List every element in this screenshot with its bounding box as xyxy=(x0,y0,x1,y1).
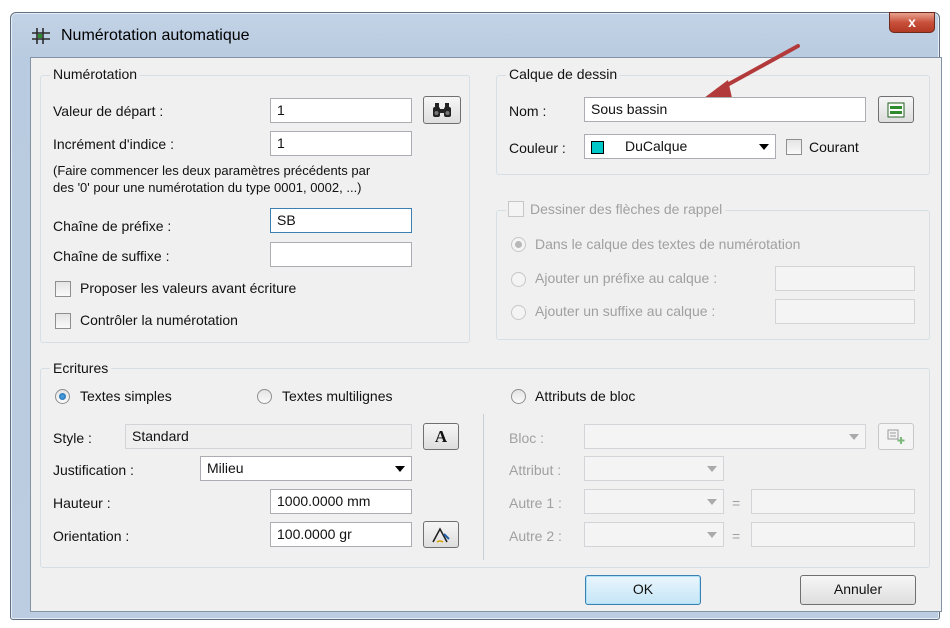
propose-label: Proposer les valeurs avant écriture xyxy=(80,280,297,296)
numerotation-group-label: Numérotation xyxy=(50,66,141,82)
prefix-layer-label: Ajouter un préfixe au calque : xyxy=(535,270,718,286)
suffix-layer-radio[interactable] xyxy=(511,305,526,320)
chevron-down-icon xyxy=(707,499,717,505)
color-label: Couleur : xyxy=(509,140,566,156)
chevron-down-icon xyxy=(707,466,717,472)
hint-line-2: des '0' pour une numérotation du type 00… xyxy=(53,180,362,195)
propose-checkbox[interactable] xyxy=(55,281,71,297)
height-input[interactable]: 1000.0000 mm xyxy=(270,489,412,514)
orientation-label: Orientation : xyxy=(53,528,130,544)
ecritures-group-label: Ecritures xyxy=(50,360,112,376)
close-button[interactable]: x xyxy=(889,12,935,33)
autre1-value-input[interactable] xyxy=(751,489,915,514)
ecritures-divider xyxy=(483,414,484,560)
binoculars-icon xyxy=(433,103,451,117)
suffix-input[interactable] xyxy=(270,242,412,267)
autre1-label: Autre 1 : xyxy=(509,495,562,511)
angle-pick-icon xyxy=(432,527,450,543)
chevron-down-icon xyxy=(849,434,859,440)
color-swatch xyxy=(591,141,604,154)
increment-label: Incrément d'indice : xyxy=(53,136,174,152)
justification-select[interactable]: Milieu xyxy=(200,456,412,481)
block-attr-label: Attributs de bloc xyxy=(535,388,636,404)
font-icon: A xyxy=(434,427,448,446)
same-layer-radio[interactable] xyxy=(511,237,526,252)
bloc-select[interactable] xyxy=(584,424,866,449)
prefix-label: Chaîne de préfixe : xyxy=(53,218,172,234)
increment-input[interactable]: 1 xyxy=(270,131,412,156)
annotation-arrow-icon xyxy=(704,44,800,98)
suffix-layer-input[interactable] xyxy=(775,299,915,324)
simple-text-radio[interactable] xyxy=(55,389,70,404)
start-value-label: Valeur de départ : xyxy=(53,103,164,119)
simple-text-label: Textes simples xyxy=(80,388,172,404)
style-field: Standard xyxy=(125,424,412,449)
justification-label: Justification : xyxy=(53,462,134,478)
ok-button[interactable]: OK xyxy=(585,575,701,605)
cancel-button[interactable]: Annuler xyxy=(800,575,916,605)
control-label: Contrôler la numérotation xyxy=(80,312,238,328)
multiline-text-radio[interactable] xyxy=(257,389,272,404)
text-style-button[interactable]: A xyxy=(423,423,459,450)
pick-start-button[interactable] xyxy=(423,96,461,124)
prefix-input[interactable]: SB xyxy=(270,208,412,233)
chevron-down-icon xyxy=(759,144,769,150)
bloc-label: Bloc : xyxy=(509,430,545,446)
bloc-pick-button[interactable] xyxy=(878,423,914,450)
multiline-text-label: Textes multilignes xyxy=(282,388,393,404)
courant-checkbox[interactable] xyxy=(786,139,802,155)
attribut-label: Attribut : xyxy=(509,462,562,478)
rappel-group-label: Dessiner des flèches de rappel xyxy=(530,201,723,217)
layer-name-label: Nom : xyxy=(509,103,547,119)
pick-angle-button[interactable] xyxy=(423,521,459,548)
block-insert-icon xyxy=(887,429,905,444)
autre2-value-input[interactable] xyxy=(751,522,915,547)
style-label: Style : xyxy=(53,430,92,446)
autre2-label: Autre 2 : xyxy=(509,528,562,544)
prefix-layer-radio[interactable] xyxy=(511,272,526,287)
rappel-checkbox[interactable] xyxy=(508,201,524,217)
dialog-title: Numérotation automatique xyxy=(61,27,250,44)
autre1-equals: = xyxy=(732,495,741,511)
autre2-equals: = xyxy=(732,528,741,544)
autre1-select[interactable] xyxy=(584,489,724,514)
justification-value: Milieu xyxy=(207,460,244,476)
attribut-select[interactable] xyxy=(584,456,724,481)
hint-line-1: (Faire commencer les deux paramètres pré… xyxy=(53,163,371,178)
height-label: Hauteur : xyxy=(53,495,111,511)
suffix-layer-label: Ajouter un suffixe au calque : xyxy=(535,303,716,319)
orientation-input[interactable]: 100.0000 gr xyxy=(270,522,412,547)
start-value-input[interactable]: 1 xyxy=(270,98,412,123)
suffix-label: Chaîne de suffixe : xyxy=(53,248,170,264)
layer-name-input[interactable]: Sous bassin xyxy=(584,97,866,122)
color-value: DuCalque xyxy=(625,138,688,154)
layer-list-icon xyxy=(887,102,905,118)
close-icon: x xyxy=(908,14,916,30)
courant-label: Courant xyxy=(809,139,859,155)
chevron-down-icon xyxy=(395,466,405,472)
control-checkbox[interactable] xyxy=(55,313,71,329)
block-attr-radio[interactable] xyxy=(511,389,526,404)
rappel-group-header: Dessiner des flèches de rappel xyxy=(506,201,726,217)
numbering-app-icon xyxy=(32,28,50,44)
layer-pick-button[interactable] xyxy=(878,96,914,123)
chevron-down-icon xyxy=(707,532,717,538)
prefix-layer-input[interactable] xyxy=(775,266,915,291)
same-layer-label: Dans le calque des textes de numérotatio… xyxy=(535,236,801,252)
color-select[interactable]: DuCalque xyxy=(584,134,776,159)
calque-group-label: Calque de dessin xyxy=(506,66,621,82)
autre2-select[interactable] xyxy=(584,522,724,547)
